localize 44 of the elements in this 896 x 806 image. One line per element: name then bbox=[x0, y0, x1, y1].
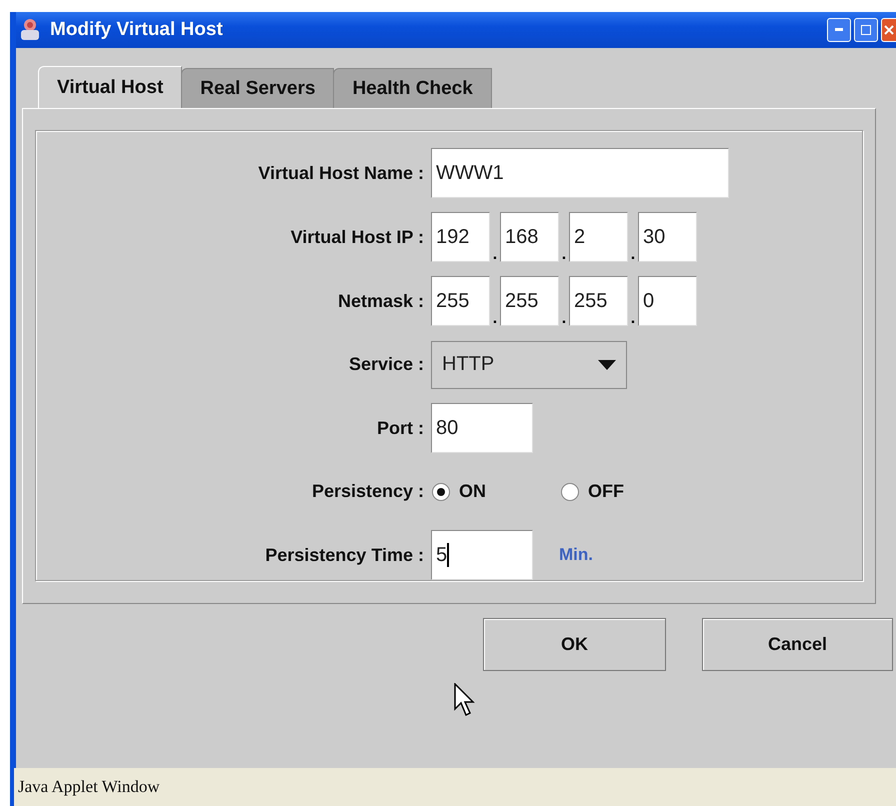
radio-option[interactable]: OFF bbox=[560, 481, 624, 502]
text-field[interactable]: 5 bbox=[431, 530, 533, 580]
dot-separator: . bbox=[560, 312, 568, 326]
dot-separator: . bbox=[630, 248, 636, 262]
minimize-button[interactable] bbox=[827, 18, 851, 42]
close-icon bbox=[884, 25, 894, 35]
dot-separator: . bbox=[630, 312, 636, 326]
field-label: Port : bbox=[376, 418, 425, 438]
octet-field[interactable]: 168 bbox=[500, 212, 559, 262]
tab[interactable]: Health Check bbox=[333, 68, 492, 108]
octet-field[interactable]: 30 bbox=[638, 212, 697, 262]
maximize-icon bbox=[861, 25, 871, 35]
field-label: Persistency Time : bbox=[264, 544, 425, 566]
text-field[interactable]: WWW1 bbox=[431, 148, 729, 198]
tab[interactable]: Virtual Host bbox=[38, 66, 182, 108]
field-label: Virtual Host Name : bbox=[257, 162, 425, 184]
dot-separator: . bbox=[492, 312, 498, 326]
minimize-icon bbox=[835, 28, 843, 32]
dot-separator: . bbox=[560, 248, 568, 262]
cancel-button[interactable]: Cancel bbox=[702, 618, 893, 671]
mouse-pointer-icon bbox=[454, 683, 476, 717]
status-bar: Java Applet Window bbox=[14, 768, 896, 806]
window-title: Modify Virtual Host bbox=[50, 19, 224, 41]
field-label: Persistency : bbox=[310, 481, 425, 502]
octet-field[interactable]: 0 bbox=[638, 276, 697, 326]
radio-option[interactable]: ON bbox=[431, 481, 486, 502]
octet-field[interactable]: 255 bbox=[431, 276, 490, 326]
close-button[interactable] bbox=[881, 18, 896, 42]
ok-button[interactable]: OK bbox=[483, 618, 666, 671]
dropdown-arrow-icon bbox=[598, 360, 616, 370]
app-icon bbox=[18, 18, 42, 42]
octet-field[interactable]: 255 bbox=[569, 276, 628, 326]
octet-field[interactable]: 192 bbox=[431, 212, 490, 262]
service-dropdown[interactable]: HTTP bbox=[431, 340, 627, 388]
field-label: Service : bbox=[348, 354, 425, 375]
field-label: Virtual Host IP : bbox=[290, 226, 425, 248]
text-field[interactable]: 80 bbox=[431, 403, 533, 453]
octet-field[interactable]: 255 bbox=[500, 276, 559, 326]
tab[interactable]: Real Servers bbox=[181, 68, 334, 108]
field-label: Netmask : bbox=[336, 290, 425, 312]
octet-field[interactable]: 2 bbox=[569, 212, 628, 262]
unit-label: Min. bbox=[559, 545, 593, 565]
dot-separator: . bbox=[492, 248, 498, 262]
maximize-button[interactable] bbox=[854, 18, 878, 42]
